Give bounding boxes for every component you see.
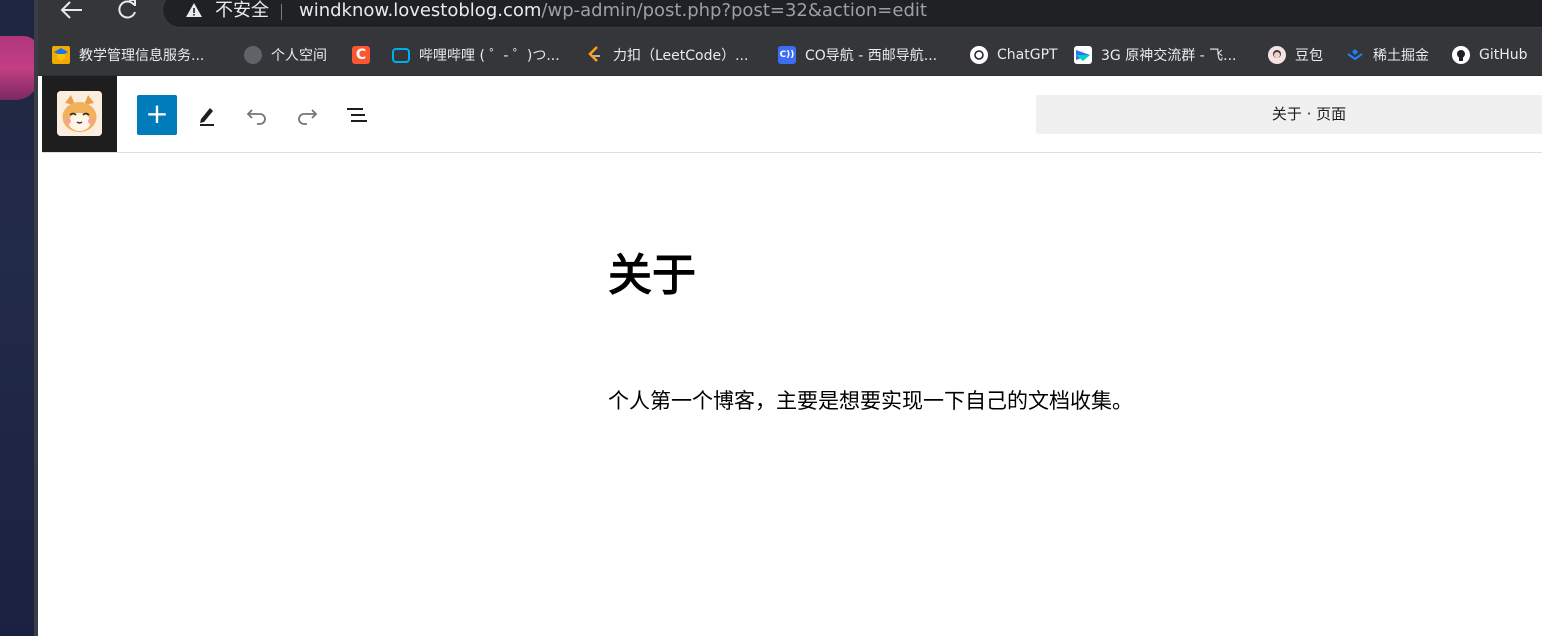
academic-icon	[52, 46, 70, 64]
bookmark-label: 哔哩哔哩 ( ゜- ゜)つ...	[419, 48, 560, 64]
bookmark-label: CO导航 - 西邮导航...	[805, 48, 938, 64]
bookmark-co-nav[interactable]: C)) CO导航 - 西邮导航...	[778, 44, 937, 66]
security-label[interactable]: 不安全	[215, 0, 269, 22]
bookmark-academic[interactable]: 教学管理信息服务...	[52, 44, 204, 66]
juejin-icon	[1346, 46, 1364, 64]
bookmark-juejin[interactable]: 稀土掘金	[1346, 44, 1429, 66]
bookmark-leetcode[interactable]: 力扣（LeetCode）...	[586, 44, 748, 66]
bookmark-label: 力扣（LeetCode）...	[613, 48, 749, 64]
document-bar[interactable]: 关于 · 页面	[1036, 95, 1542, 134]
bookmark-feishu[interactable]: 3G 原神交流群 - 飞...	[1074, 44, 1237, 66]
site-icon-button[interactable]	[42, 76, 117, 152]
globe-icon	[244, 46, 262, 64]
leetcode-icon	[586, 46, 604, 64]
post-title[interactable]: 关于	[608, 247, 696, 305]
desktop-background	[0, 0, 38, 636]
bookmark-label: 3G 原神交流群 - 飞...	[1101, 48, 1237, 64]
bilibili-icon	[392, 47, 410, 63]
github-icon	[1452, 46, 1470, 64]
bookmark-doubao[interactable]: 豆包	[1268, 44, 1323, 66]
warning-icon[interactable]	[185, 1, 203, 19]
add-block-button[interactable]: +	[137, 95, 177, 135]
bookmark-label: ChatGPT	[997, 47, 1058, 63]
bookmark-label: 教学管理信息服务...	[79, 48, 205, 64]
editor-header: + 关于 · 页面	[42, 76, 1542, 153]
wp-block-editor: + 关于 · 页面 关于 个人第一个博客，主要是想要实现一下自己的文档收集。	[42, 76, 1542, 636]
co-nav-icon: C))	[778, 46, 796, 64]
url-host: windknow.lovestoblog.com	[299, 0, 542, 21]
bookmark-label: 豆包	[1295, 48, 1323, 64]
url-text[interactable]: windknow.lovestoblog.com/wp-admin/post.p…	[299, 0, 927, 22]
bookmark-chatgpt[interactable]: ChatGPT	[970, 44, 1058, 66]
bookmark-label: 稀土掘金	[1373, 48, 1429, 64]
address-bar[interactable]: 不安全 windknow.lovestoblog.com/wp-admin/po…	[162, 0, 1542, 28]
redo-icon[interactable]	[292, 100, 322, 130]
url-path: /wp-admin/post.php?post=32&action=edit	[541, 0, 927, 21]
bookmark-label: GitHub	[1479, 47, 1528, 63]
document-title[interactable]: 关于 · 页面	[1036, 95, 1542, 134]
csdn-icon: C	[352, 46, 370, 64]
avatar	[57, 91, 102, 136]
doubao-icon	[1268, 46, 1286, 64]
feishu-icon	[1074, 46, 1092, 64]
browser-toolbar: 不安全 windknow.lovestoblog.com/wp-admin/po…	[38, 0, 1542, 35]
bookmark-label: 个人空间	[271, 48, 327, 64]
reload-icon[interactable]	[113, 0, 141, 22]
chatgpt-icon	[970, 46, 988, 64]
bookmark-csdn[interactable]: C	[352, 44, 379, 66]
document-overview-icon[interactable]	[342, 100, 372, 130]
desktop-wallpaper-accent	[0, 36, 38, 100]
bookmarks-bar: 教学管理信息服务... 个人空间 C 哔哩哔哩 ( ゜- ゜)つ... 力扣（L…	[38, 35, 1542, 76]
edit-tools-icon[interactable]	[192, 100, 222, 130]
back-icon[interactable]	[58, 0, 86, 22]
browser-window: 不安全 windknow.lovestoblog.com/wp-admin/po…	[38, 0, 1542, 636]
paragraph-block[interactable]: 个人第一个博客，主要是想要实现一下自己的文档收集。	[608, 386, 1133, 416]
omnibox-divider	[281, 4, 282, 20]
editor-canvas: 关于 个人第一个博客，主要是想要实现一下自己的文档收集。	[42, 153, 1542, 636]
undo-icon[interactable]	[242, 100, 272, 130]
bookmark-github[interactable]: GitHub	[1452, 44, 1528, 66]
bookmark-personal-space[interactable]: 个人空间	[244, 44, 327, 66]
bookmark-bilibili[interactable]: 哔哩哔哩 ( ゜- ゜)つ...	[392, 44, 560, 66]
